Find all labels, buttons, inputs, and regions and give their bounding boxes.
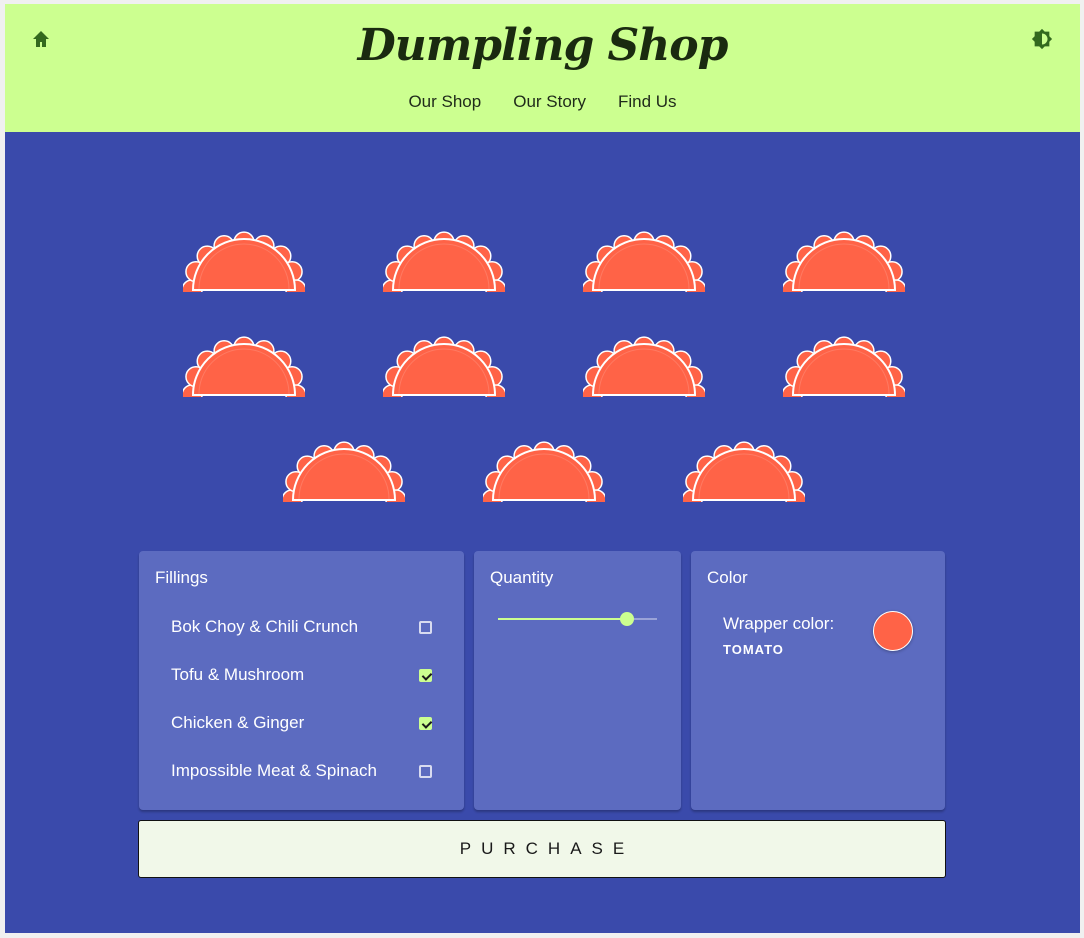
dumpling-icon — [582, 336, 705, 397]
dumpling-icon — [582, 231, 705, 292]
color-title: Color — [707, 568, 748, 587]
filling-label: Chicken & Ginger — [171, 713, 305, 732]
nav-our-story[interactable]: Our Story — [513, 92, 586, 112]
dumpling-icon — [482, 441, 605, 502]
color-panel: Color Wrapper color: TOMATO — [691, 551, 945, 810]
main-nav: Our Shop Our Story Find Us — [5, 92, 1080, 112]
quantity-panel: Quantity — [474, 551, 681, 810]
nav-our-shop[interactable]: Our Shop — [408, 92, 481, 112]
dumpling-icon — [182, 231, 305, 292]
brightness-contrast-icon[interactable] — [1031, 28, 1053, 50]
filling-label: Tofu & Mushroom — [171, 665, 305, 684]
filling-checkbox[interactable] — [419, 716, 432, 730]
dumpling-icon — [382, 231, 505, 292]
wrapper-color-label: Wrapper color: — [723, 614, 835, 633]
app-frame: Dumpling Shop Our Shop Our Story Find Us… — [5, 4, 1080, 933]
dumpling-icon — [382, 336, 505, 397]
purchase-button[interactable]: PURCHASE — [138, 820, 946, 878]
filling-label: Bok Choy & Chili Crunch — [171, 617, 359, 636]
fillings-title: Fillings — [155, 568, 208, 587]
fillings-panel: Fillings Bok Choy & Chili Crunch Tofu & … — [139, 551, 464, 810]
quantity-slider[interactable] — [498, 611, 657, 627]
dumpling-icon — [282, 441, 405, 502]
slider-fill — [498, 618, 627, 620]
color-swatch[interactable] — [873, 611, 913, 651]
page-title: Dumpling Shop — [357, 20, 729, 71]
slider-thumb[interactable] — [619, 612, 634, 626]
filling-label: Impossible Meat & Spinach — [171, 761, 377, 780]
filling-checkbox[interactable] — [419, 668, 432, 682]
site-header: Dumpling Shop Our Shop Our Story Find Us — [5, 4, 1080, 132]
wrapper-color-value: TOMATO — [723, 642, 784, 657]
dumpling-icon — [682, 441, 805, 502]
dumpling-icon — [782, 336, 905, 397]
filling-checkbox[interactable] — [419, 620, 432, 634]
dumpling-icon — [782, 231, 905, 292]
filling-checkbox[interactable] — [419, 764, 432, 778]
filling-option[interactable]: Bok Choy & Chili Crunch — [171, 615, 432, 639]
filling-option[interactable]: Impossible Meat & Spinach — [171, 759, 432, 783]
filling-option[interactable]: Chicken & Ginger — [171, 711, 432, 735]
nav-find-us[interactable]: Find Us — [618, 92, 677, 112]
quantity-title: Quantity — [490, 568, 554, 587]
dumpling-icon — [182, 336, 305, 397]
filling-option[interactable]: Tofu & Mushroom — [171, 663, 432, 687]
